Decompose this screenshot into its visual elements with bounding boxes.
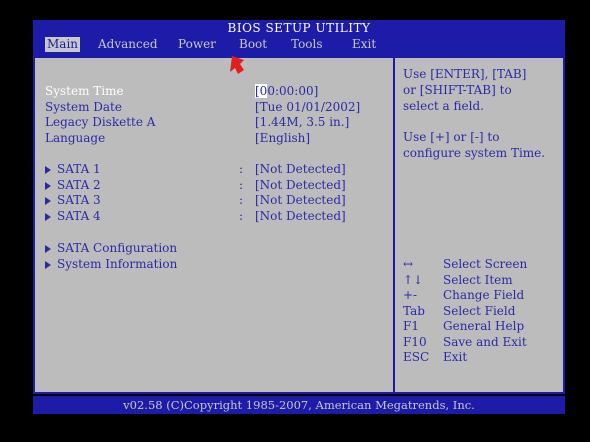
footer-bar: v02.58 (C)Copyright 1985-2007, American … xyxy=(33,396,565,414)
key-row: F10 Save and Exit xyxy=(403,335,527,351)
pointer-shape xyxy=(230,56,244,74)
tab-main[interactable]: Main xyxy=(45,37,81,52)
panel-frame-right xyxy=(563,58,565,392)
key-desc: General Help xyxy=(443,319,525,333)
panel-divider xyxy=(393,58,395,392)
sata-label: SATA 2 xyxy=(57,178,101,192)
setting-value-language[interactable]: [English] xyxy=(255,131,310,146)
sata-sep: : xyxy=(239,162,244,176)
main-panel: System Time [00:00:00] System Date [Tue … xyxy=(33,58,565,394)
submenu-label: SATA Configuration xyxy=(57,241,178,255)
sata-sep: : xyxy=(239,178,244,192)
tab-advanced[interactable]: Advanced xyxy=(96,37,160,52)
sata-value: [Not Detected] xyxy=(255,178,346,192)
setting-label-language[interactable]: Language xyxy=(45,131,105,146)
right-triangle-icon xyxy=(45,165,51,174)
right-triangle-icon xyxy=(45,212,51,221)
time-cursor: [0 xyxy=(255,84,268,98)
key-legend: ↔ Select Screen ↑↓ Select Item +- Change Fi… xyxy=(403,257,527,366)
submenu-system-information[interactable]: System Information xyxy=(45,257,177,272)
tab-power[interactable]: Power xyxy=(176,37,218,52)
key-row: +- Change Field xyxy=(403,288,527,304)
setting-label-system-date[interactable]: System Date xyxy=(45,100,122,115)
sata-label: SATA 3 xyxy=(57,193,101,207)
submenu-label: System Information xyxy=(57,257,178,271)
key-name: ↑↓ xyxy=(403,272,424,287)
sata-value: [Not Detected] xyxy=(255,162,346,176)
key-name: Tab xyxy=(403,303,425,318)
top-bar: BIOS SETUP UTILITY Main Advanced Power B… xyxy=(33,20,565,58)
key-desc: Save and Exit xyxy=(443,334,527,349)
sata-label: SATA 1 xyxy=(57,162,101,176)
setting-value-system-time[interactable]: [00:00:00] xyxy=(255,84,318,99)
help-line: configure system Time. xyxy=(403,146,546,160)
panel-frame-left xyxy=(33,58,35,392)
time-rest: 0:00:00] xyxy=(267,84,319,98)
key-desc: Select Field xyxy=(443,303,516,318)
sata-item[interactable]: SATA 3 xyxy=(45,193,101,208)
sata-item[interactable]: SATA 2 xyxy=(45,178,101,193)
key-row: F1 General Help xyxy=(403,319,527,335)
sata-value: [Not Detected] xyxy=(255,193,346,207)
key-desc: Exit xyxy=(443,350,468,364)
key-name: ESC xyxy=(403,350,430,364)
key-row: Tab Select Field xyxy=(403,304,527,320)
tab-tools[interactable]: Tools xyxy=(289,37,325,52)
key-row: ↔ Select Screen xyxy=(403,257,527,273)
tab-boot[interactable]: Boot xyxy=(237,37,269,52)
sata-sep: : xyxy=(239,193,244,207)
setting-value-legacy-diskette[interactable]: [1.44M, 3.5 in.] xyxy=(255,115,349,130)
sata-item[interactable]: SATA 1 xyxy=(45,162,101,177)
help-line: or [SHIFT-TAB] to xyxy=(403,83,512,97)
red-pointer-arrow-icon xyxy=(230,56,244,74)
sata-value: [Not Detected] xyxy=(255,209,346,223)
key-row: ↑↓ Select Item xyxy=(403,273,527,289)
submenu-sata-configuration[interactable]: SATA Configuration xyxy=(45,241,177,256)
sata-label: SATA 4 xyxy=(57,209,101,223)
setting-label-legacy-diskette[interactable]: Legacy Diskette A xyxy=(45,115,155,130)
right-triangle-icon xyxy=(45,244,51,253)
menu-bar: Main Advanced Power Boot Tools Exit xyxy=(33,37,565,54)
bios-screen: BIOS SETUP UTILITY Main Advanced Power B… xyxy=(0,0,590,442)
key-desc: Change Field xyxy=(443,288,525,302)
key-row: ESC Exit xyxy=(403,350,527,366)
tab-exit[interactable]: Exit xyxy=(350,37,378,52)
setting-value-system-date[interactable]: [Tue 01/01/2002] xyxy=(255,100,360,115)
help-line: Use [+] or [-] to xyxy=(403,130,500,144)
help-line: select a field. xyxy=(403,99,484,113)
key-desc: Select Screen xyxy=(443,257,528,271)
key-name: +- xyxy=(403,288,418,302)
help-line: Use [ENTER], [TAB] xyxy=(403,67,527,81)
right-triangle-icon xyxy=(45,260,51,269)
copyright-text: v02.58 (C)Copyright 1985-2007, American … xyxy=(123,398,475,412)
key-name: F10 xyxy=(403,334,427,349)
right-triangle-icon xyxy=(45,196,51,205)
setting-label-system-time[interactable]: System Time xyxy=(45,84,124,99)
right-triangle-icon xyxy=(45,181,51,190)
sata-sep: : xyxy=(239,209,244,223)
sata-item[interactable]: SATA 4 xyxy=(45,209,101,224)
key-desc: Select Item xyxy=(443,272,513,287)
key-name: ↔ xyxy=(403,257,414,271)
bios-title: BIOS SETUP UTILITY xyxy=(227,21,371,35)
key-name: F1 xyxy=(403,319,419,333)
